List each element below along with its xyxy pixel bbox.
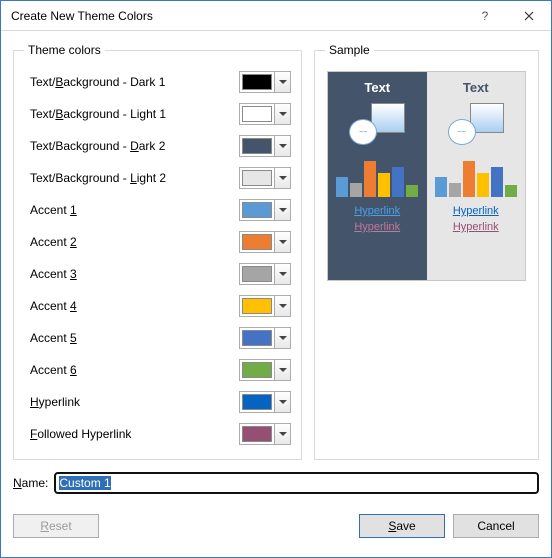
color-row-2: Text/Background - Dark 2 bbox=[24, 131, 291, 161]
sample-hyperlink-light: Hyperlink bbox=[453, 203, 499, 219]
color-swatch bbox=[242, 106, 272, 122]
close-icon bbox=[524, 11, 534, 21]
name-input[interactable] bbox=[54, 472, 539, 494]
chevron-down-icon bbox=[274, 392, 290, 412]
sample-hyperlink-dark: Hyperlink bbox=[354, 203, 400, 219]
color-row-4: Accent 1 bbox=[24, 195, 291, 225]
chevron-down-icon bbox=[274, 264, 290, 284]
sample-shapes-dark: ~~ bbox=[347, 103, 407, 147]
color-picker-3[interactable] bbox=[239, 167, 291, 189]
sample-bar bbox=[364, 161, 376, 197]
color-swatch bbox=[242, 330, 272, 346]
sample-bar bbox=[477, 173, 489, 197]
color-picker-1[interactable] bbox=[239, 103, 291, 125]
sample-legend: Sample bbox=[325, 43, 374, 57]
color-label: Followed Hyperlink bbox=[24, 427, 239, 441]
color-label: Text/Background - Dark 2 bbox=[24, 139, 239, 153]
color-label: Hyperlink bbox=[24, 395, 239, 409]
color-swatch bbox=[242, 394, 272, 410]
color-swatch bbox=[242, 74, 272, 90]
color-row-7: Accent 4 bbox=[24, 291, 291, 321]
color-row-10: Hyperlink bbox=[24, 387, 291, 417]
color-row-0: Text/Background - Dark 1 bbox=[24, 67, 291, 97]
chevron-down-icon bbox=[274, 232, 290, 252]
color-label: Text/Background - Dark 1 bbox=[24, 75, 239, 89]
sample-bar bbox=[435, 177, 447, 197]
color-row-9: Accent 6 bbox=[24, 355, 291, 385]
color-picker-8[interactable] bbox=[239, 327, 291, 349]
color-row-3: Text/Background - Light 2 bbox=[24, 163, 291, 193]
color-swatch bbox=[242, 426, 272, 442]
color-label: Accent 4 bbox=[24, 299, 239, 313]
sample-bar bbox=[392, 167, 404, 197]
theme-colors-group: Theme colors Text/Background - Dark 1 Tex… bbox=[13, 43, 302, 460]
save-button[interactable]: Save bbox=[359, 514, 445, 538]
sample-bar bbox=[463, 161, 475, 197]
color-row-6: Accent 3 bbox=[24, 259, 291, 289]
color-row-1: Text/Background - Light 1 bbox=[24, 99, 291, 129]
color-label: Accent 1 bbox=[24, 203, 239, 217]
chevron-down-icon bbox=[274, 200, 290, 220]
chevron-down-icon bbox=[274, 104, 290, 124]
sample-bars-dark bbox=[336, 153, 418, 197]
chevron-down-icon bbox=[274, 136, 290, 156]
chevron-down-icon bbox=[274, 72, 290, 92]
close-button[interactable] bbox=[507, 1, 551, 31]
color-label: Accent 5 bbox=[24, 331, 239, 345]
sample-bar bbox=[336, 177, 348, 197]
chevron-down-icon bbox=[274, 360, 290, 380]
color-picker-9[interactable] bbox=[239, 359, 291, 381]
sample-preview: Text ~~ Hyperlink Hyperlink Text ~~ Hype… bbox=[327, 71, 526, 281]
color-picker-6[interactable] bbox=[239, 263, 291, 285]
sample-bar bbox=[406, 185, 418, 197]
color-picker-5[interactable] bbox=[239, 231, 291, 253]
color-picker-7[interactable] bbox=[239, 295, 291, 317]
sample-bar bbox=[449, 183, 461, 197]
sample-light-panel: Text ~~ Hyperlink Hyperlink bbox=[427, 72, 526, 280]
cancel-button[interactable]: Cancel bbox=[453, 514, 539, 538]
color-swatch bbox=[242, 170, 272, 186]
chevron-down-icon bbox=[274, 328, 290, 348]
color-swatch bbox=[242, 298, 272, 314]
color-label: Text/Background - Light 2 bbox=[24, 171, 239, 185]
color-picker-2[interactable] bbox=[239, 135, 291, 157]
color-picker-0[interactable] bbox=[239, 71, 291, 93]
sample-dark-panel: Text ~~ Hyperlink Hyperlink bbox=[328, 72, 427, 280]
color-label: Accent 6 bbox=[24, 363, 239, 377]
theme-colors-legend: Theme colors bbox=[24, 43, 105, 57]
color-row-5: Accent 2 bbox=[24, 227, 291, 257]
color-swatch bbox=[242, 138, 272, 154]
dialog-title: Create New Theme Colors bbox=[11, 9, 463, 23]
color-swatch bbox=[242, 234, 272, 250]
color-row-8: Accent 5 bbox=[24, 323, 291, 353]
help-button[interactable]: ? bbox=[463, 1, 507, 31]
color-picker-10[interactable] bbox=[239, 391, 291, 413]
color-label: Accent 3 bbox=[24, 267, 239, 281]
sample-bar bbox=[505, 185, 517, 197]
color-swatch bbox=[242, 266, 272, 282]
sample-followed-light: Hyperlink bbox=[453, 219, 499, 235]
color-picker-11[interactable] bbox=[239, 423, 291, 445]
chevron-down-icon bbox=[274, 168, 290, 188]
sample-text-light: Text bbox=[463, 80, 489, 95]
sample-followed-dark: Hyperlink bbox=[354, 219, 400, 235]
color-label: Accent 2 bbox=[24, 235, 239, 249]
reset-button[interactable]: Reset bbox=[13, 514, 99, 538]
color-label: Text/Background - Light 1 bbox=[24, 107, 239, 121]
sample-bars-light bbox=[435, 153, 517, 197]
color-swatch bbox=[242, 202, 272, 218]
sample-bar bbox=[491, 167, 503, 197]
color-row-11: Followed Hyperlink bbox=[24, 419, 291, 449]
chevron-down-icon bbox=[274, 296, 290, 316]
sample-text-dark: Text bbox=[364, 80, 390, 95]
sample-bar bbox=[378, 173, 390, 197]
sample-bar bbox=[350, 183, 362, 197]
chevron-down-icon bbox=[274, 424, 290, 444]
sample-shapes-light: ~~ bbox=[446, 103, 506, 147]
color-picker-4[interactable] bbox=[239, 199, 291, 221]
name-label: Name: bbox=[13, 476, 48, 490]
color-swatch bbox=[242, 362, 272, 378]
sample-group: Sample Text ~~ Hyperlink Hyperlink Text … bbox=[314, 43, 539, 460]
